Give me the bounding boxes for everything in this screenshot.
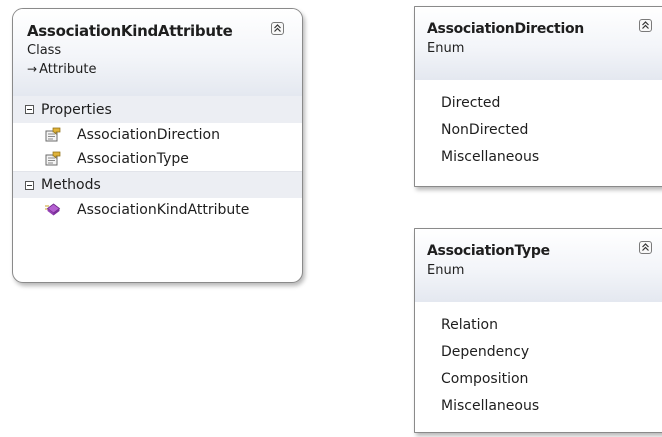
property-name: AssociationType — [77, 151, 189, 167]
double-chevron-up-icon[interactable] — [271, 22, 284, 35]
method-icon — [45, 202, 61, 218]
class-title: AssociationKindAttribute — [27, 22, 233, 40]
method-name: AssociationKindAttribute — [77, 202, 250, 218]
class-base-type: → Attribute — [27, 60, 302, 79]
method-item[interactable]: AssociationKindAttribute — [13, 198, 302, 222]
properties-label: Properties — [41, 101, 112, 118]
property-item[interactable]: AssociationType — [13, 147, 302, 171]
enum-shape-association-type[interactable]: AssociationType Enum Relation Dependency… — [414, 228, 662, 433]
properties-compartment-header[interactable]: Properties — [13, 96, 302, 123]
enum-value[interactable]: Relation — [415, 312, 662, 339]
enum-value[interactable]: Miscellaneous — [415, 144, 662, 171]
property-icon — [45, 151, 61, 167]
enum-title: AssociationDirection — [427, 21, 584, 37]
property-item[interactable]: AssociationDirection — [13, 123, 302, 147]
methods-label: Methods — [41, 177, 101, 193]
enum-value[interactable]: Miscellaneous — [415, 393, 662, 420]
enum-value[interactable]: Directed — [415, 90, 662, 117]
enum-header: AssociationDirection Enum — [415, 7, 662, 80]
enum-value[interactable]: Composition — [415, 366, 662, 393]
class-header: AssociationKindAttribute Class → Attribut… — [13, 9, 302, 96]
enum-values: Relation Dependency Composition Miscella… — [415, 302, 662, 420]
class-kind: Class — [27, 43, 62, 58]
base-type-label: Attribute — [39, 62, 97, 77]
enum-value[interactable]: Dependency — [415, 339, 662, 366]
collapse-minus-icon[interactable] — [25, 105, 34, 114]
collapse-minus-icon[interactable] — [25, 180, 34, 190]
enum-header: AssociationType Enum — [415, 229, 662, 302]
property-name: AssociationDirection — [77, 127, 220, 143]
enum-value[interactable]: NonDirected — [415, 117, 662, 144]
enum-kind: Enum — [427, 41, 465, 56]
inheritance-arrow-icon: → — [27, 62, 38, 76]
methods-compartment-header[interactable]: Methods — [13, 171, 302, 198]
class-shape-association-kind-attribute[interactable]: AssociationKindAttribute Class → Attribut… — [12, 8, 303, 283]
double-chevron-up-icon[interactable] — [639, 19, 652, 32]
enum-values: Directed NonDirected Miscellaneous — [415, 80, 662, 171]
enum-shape-association-direction[interactable]: AssociationDirection Enum Directed NonDi… — [414, 6, 662, 187]
enum-title: AssociationType — [427, 243, 550, 259]
property-icon — [45, 127, 61, 143]
enum-kind: Enum — [427, 263, 465, 278]
double-chevron-up-icon[interactable] — [639, 241, 652, 254]
